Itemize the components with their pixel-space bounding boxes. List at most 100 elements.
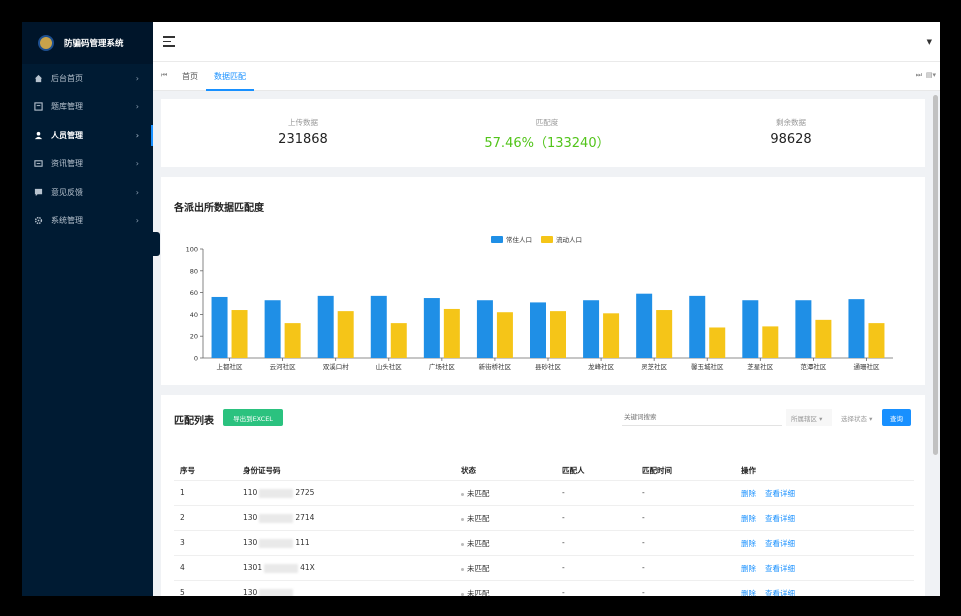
row-index: 1 [180,488,185,497]
x-tick-label: 上都社区 [217,362,244,371]
view-detail-link[interactable]: 查看详细 [765,588,795,596]
bar-floating [656,310,673,358]
stat-uploaded: 上传数据 231868 [203,117,403,147]
y-tick-label: 20 [190,333,198,341]
row-status: 未匹配 [461,488,490,499]
export-excel-button[interactable]: 导出到EXCEL [223,409,283,426]
legend-swatch [541,236,553,243]
status-filter-label: 选择状态 [841,415,867,423]
bar-floating [496,312,513,358]
stat-remaining-label: 剩余数据 [776,118,806,127]
sidebar-item-4[interactable]: 意见反馈 › [22,178,153,207]
x-tick-label: 山头社区 [376,362,403,371]
tab-menu-icon[interactable]: ▤▾ [926,71,936,79]
status-text: 未匹配 [467,564,490,573]
bar-resident [636,293,653,358]
sidebar-item-label: 题库管理 [51,102,83,112]
x-tick-label: 云河社区 [270,362,297,371]
query-button[interactable]: 查询 [882,409,911,426]
bar-resident [423,298,440,358]
police-badge-icon [38,35,54,51]
row-id-number: 110 2725 [243,488,314,498]
stat-match-rate: 匹配度 57.46%（133240） [447,117,647,151]
bar-chart: 0 20 40 60 80 100 上都社区 云河社区 双溪口村 山头社区 广场社区 新街桥社区 县砂社… [186,235,893,371]
match-table: 序号 身份证号码 状态 匹配人 匹配时间 操作 1 110 2725 未匹配 - - 删除查… [174,459,914,596]
chevron-right-icon: › [135,130,139,140]
y-tick-label: 100 [186,246,198,254]
x-tick-label: 通珊社区 [853,362,880,371]
sidebar-item-3[interactable]: 资讯管理 › [22,150,153,179]
row-matcher: - [562,513,565,522]
sidebar-item-1[interactable]: 题库管理 › [22,93,153,122]
keyword-search-input[interactable] [622,409,782,426]
id-number-end: 2725 [295,488,315,497]
y-tick-label: 40 [190,311,198,319]
bar-floating [337,311,354,358]
tab-scroll-left-icon[interactable]: ⏮ [161,71,167,80]
delete-link[interactable]: 删除 [741,538,756,549]
sidebar-item-label: 人员管理 [51,130,83,140]
bar-floating [709,327,726,358]
view-detail-link[interactable]: 查看详细 [765,488,795,499]
delete-link[interactable]: 删除 [741,563,756,574]
home-icon [34,74,43,83]
content-scrollbar[interactable] [932,91,940,596]
bar-resident [530,302,546,358]
stat-match-rate-value: 57.46%（133240） [484,136,610,151]
user-dropdown-caret-icon[interactable]: ▼ [927,38,932,46]
stat-remaining-value: 98628 [770,132,812,147]
chevron-right-icon: › [135,187,139,197]
col-id-number: 身份证号码 [243,466,281,475]
bar-floating [284,323,301,358]
delete-link[interactable]: 删除 [741,588,756,596]
x-tick-label: 芝星社区 [747,362,774,371]
tab-home[interactable]: 首页 [182,62,198,91]
chevron-right-icon: › [135,73,139,83]
menu-toggle-icon[interactable] [163,36,175,47]
chevron-right-icon: › [135,216,139,226]
sidebar-item-5[interactable]: 系统管理 › [22,207,153,236]
bar-floating [603,313,620,358]
tab-bar: ⏮ 首页 数据匹配 ⏭ ▤▾ [153,62,940,91]
bar-resident [370,295,387,358]
status-dot-icon [461,592,464,596]
region-filter-select[interactable]: 所属辖区 ▾ [786,409,832,426]
id-number-start: 1301 [243,563,263,572]
col-actions: 操作 [741,466,756,475]
sidebar-menu: 后台首页 › 题库管理 › 人员管理 › 资讯管理 › 意见反馈 › 系统管理 › [22,64,153,235]
view-detail-link[interactable]: 查看详细 [765,513,795,524]
row-match-time: - [642,538,645,547]
view-detail-link[interactable]: 查看详细 [765,563,795,574]
legend-swatch [491,236,503,243]
id-number-start: 130 [243,538,258,547]
bar-resident [211,296,228,358]
redacted-mask [264,563,299,573]
x-tick-label: 馨玉城社区 [691,362,724,371]
col-match-time: 匹配时间 [642,466,672,475]
row-matcher: - [562,563,565,572]
sidebar-item-0[interactable]: 后台首页 › [22,64,153,93]
row-status: 未匹配 [461,563,490,574]
status-text: 未匹配 [467,539,490,548]
view-detail-link[interactable]: 查看详细 [765,538,795,549]
stat-match-rate-label: 匹配度 [535,118,559,127]
delete-link[interactable]: 删除 [741,488,756,499]
sidebar-item-label: 资讯管理 [51,159,83,169]
tab-scroll-right-icon[interactable]: ⏭ [916,71,922,80]
sidebar-item-2[interactable]: 人员管理 › [22,121,153,150]
status-filter-select[interactable]: 选择状态 ▾ [836,409,878,426]
id-number-start: 130 [243,513,258,522]
bar-resident [848,299,865,358]
table-row: 5 130 未匹配 - - 删除 查看详细 [174,581,914,596]
y-tick-label: 60 [190,289,198,297]
gear-icon [34,216,43,225]
status-dot-icon [461,567,464,571]
app-screen: 防骗码管理系统 后台首页 › 题库管理 › 人员管理 › 资讯管理 › 意见反馈 › 系统管理 › ▼… [22,22,940,596]
redacted-mask [259,538,294,548]
chat-icon [34,188,43,197]
tab-data-match[interactable]: 数据匹配 [206,62,254,91]
id-number-end: 2714 [295,513,315,522]
stats-card: 上传数据 231868 匹配度 57.46%（133240） 剩余数据 9862… [161,99,925,167]
delete-link[interactable]: 删除 [741,513,756,524]
scrollbar-thumb[interactable] [933,95,938,455]
